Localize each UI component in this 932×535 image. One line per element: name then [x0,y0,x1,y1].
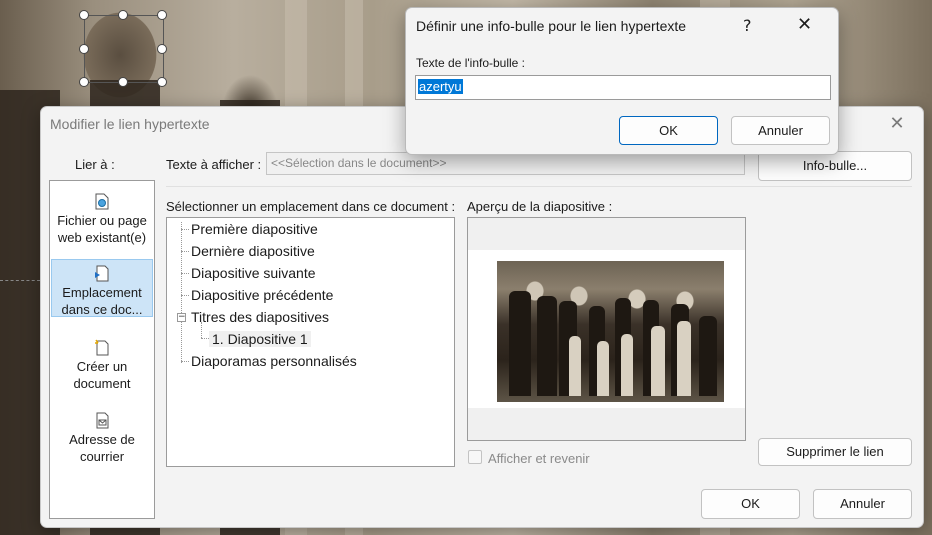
link-type-email-address[interactable]: Adresse de courrier [51,412,153,465]
tooltip-text-label: Texte de l'info-bulle : [416,56,526,70]
show-and-return-checkbox[interactable] [468,450,482,464]
resize-handle[interactable] [157,44,167,54]
group-photo-image [497,261,724,402]
tree-line [181,273,189,274]
link-type-label: Créer un document [73,359,131,391]
tree-item-custom-shows[interactable]: Diaporamas personnalisés [191,353,357,369]
photo-figure [677,321,691,396]
select-location-label: Sélectionner un emplacement dans ce docu… [166,199,456,214]
resize-handle[interactable] [157,77,167,87]
link-type-label: Emplacement dans ce doc... [61,285,143,317]
set-tooltip-dialog: Définir une info-bulle pour le lien hype… [405,7,839,155]
tree-line [181,361,189,362]
resize-handle[interactable] [79,44,89,54]
photo-figure [569,336,581,396]
ok-button[interactable]: OK [701,489,800,519]
photo-figure [509,291,531,396]
text-to-display-field[interactable]: <<Sélection dans le document>> [266,152,745,175]
resize-handle[interactable] [118,77,128,87]
slide-preview-label: Aperçu de la diapositive : [467,199,613,214]
resize-handle[interactable] [118,10,128,20]
edit-hyperlink-dialog: Modifier le lien hypertexte ✕ Lier à : F… [40,106,924,528]
remove-link-button[interactable]: Supprimer le lien [758,438,912,466]
photo-figure [699,316,717,396]
link-type-place-in-document[interactable]: Emplacement dans ce doc... [51,259,153,317]
tooltip-ok-button[interactable]: OK [619,116,718,145]
link-type-panel: Fichier ou page web existant(e) Emplacem… [49,180,155,519]
photo-figure [621,334,633,396]
slide-thumbnail [468,250,745,408]
photo-figure [537,296,557,396]
link-to-label: Lier à : [75,157,115,172]
tooltip-button[interactable]: Info-bulle... [758,151,912,181]
mail-icon [96,412,109,429]
cancel-button[interactable]: Annuler [813,489,912,519]
slide-guide-line [0,280,40,281]
resize-handle[interactable] [79,77,89,87]
tree-line [181,222,182,363]
link-type-label: Adresse de courrier [69,432,135,464]
link-type-existing-file[interactable]: Fichier ou page web existant(e) [51,193,153,246]
resize-handle[interactable] [79,10,89,20]
tree-item-last-slide[interactable]: Dernière diapositive [191,243,315,259]
tree-item-next-slide[interactable]: Diapositive suivante [191,265,316,281]
link-type-create-document[interactable]: Créer un document [51,339,153,392]
close-icon[interactable]: ✕ [885,113,909,134]
document-place-icon [95,265,109,282]
new-document-icon [95,339,109,356]
web-page-icon [95,193,109,210]
close-icon[interactable]: ✕ [797,14,812,35]
photo-figure [651,326,665,396]
location-tree[interactable]: − Première diapositive Dernière diaposit… [166,217,455,467]
tree-item-slide-titles[interactable]: Titres des diapositives [191,309,329,325]
show-and-return-label: Afficher et revenir [488,451,590,466]
dialog-title: Modifier le lien hypertexte [50,116,210,132]
help-icon[interactable]: ? [743,16,752,35]
link-type-label: Fichier ou page web existant(e) [57,213,147,245]
tooltip-cancel-button[interactable]: Annuler [731,116,830,145]
tree-line [181,295,189,296]
collapse-icon[interactable]: − [177,313,186,322]
slide-preview-pane [467,217,746,441]
tree-line [181,251,189,252]
tooltip-text-input[interactable]: azertyu [415,75,831,100]
resize-handle[interactable] [157,10,167,20]
tooltip-dialog-title: Définir une info-bulle pour le lien hype… [416,18,687,34]
tree-item-previous-slide[interactable]: Diapositive précédente [191,287,333,303]
tree-line [201,338,209,339]
tree-line [181,229,189,230]
text-to-display-label: Texte à afficher : [166,157,262,172]
tree-item-slide-1[interactable]: 1. Diapositive 1 [209,331,311,347]
photo-figure [597,341,609,396]
tree-item-first-slide[interactable]: Première diapositive [191,221,318,237]
tooltip-text-value: azertyu [418,79,463,94]
divider [166,186,912,187]
selected-image-frame[interactable] [79,10,167,87]
